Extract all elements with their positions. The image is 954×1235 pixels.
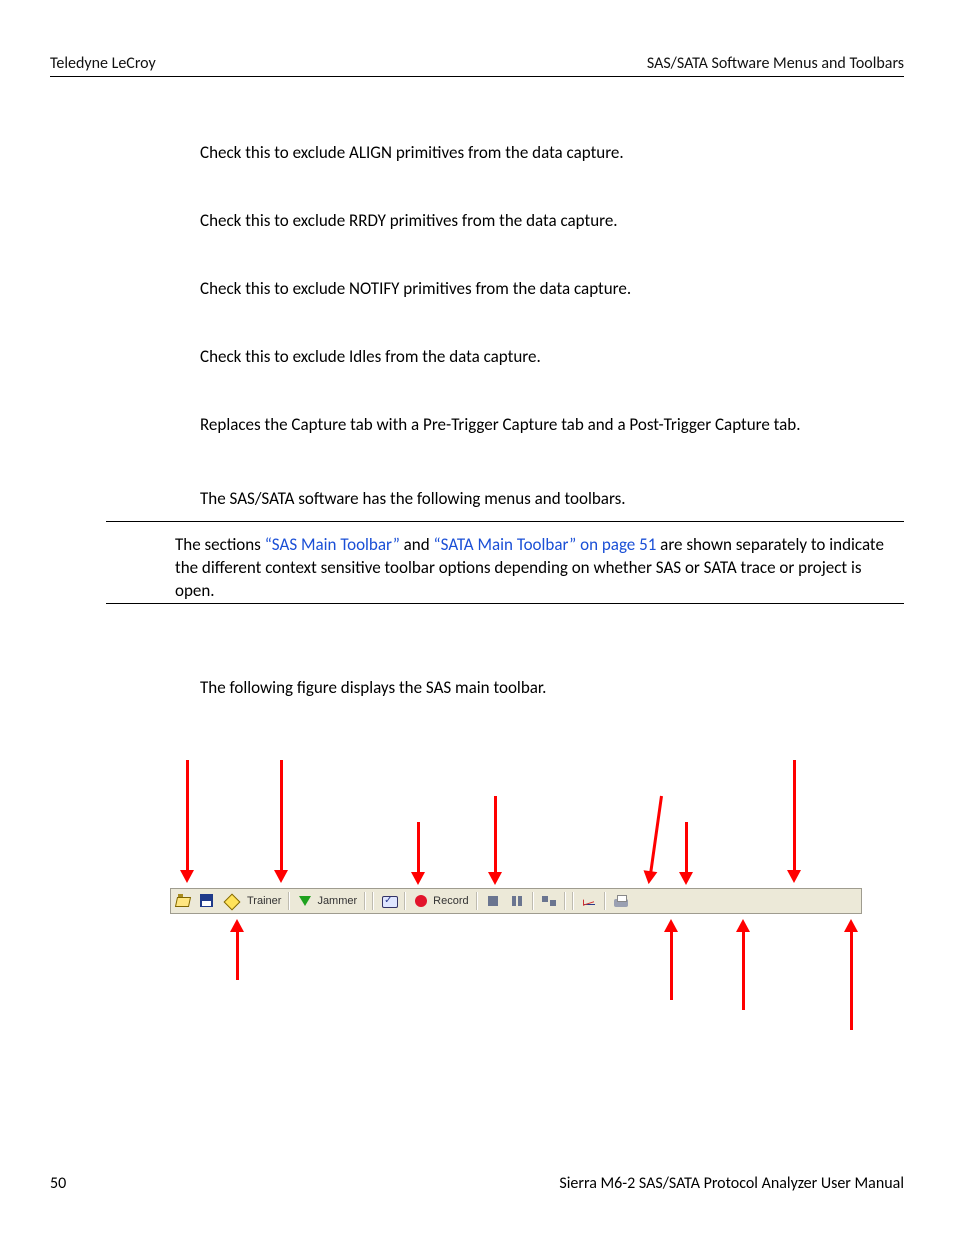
- note-pre: The sections: [175, 534, 265, 555]
- running-footer: 50 Sierra M6-2 SAS/SATA Protocol Analyze…: [50, 1174, 904, 1193]
- callout-arrow-save: [236, 930, 239, 980]
- save-button[interactable]: [195, 891, 219, 911]
- callout-arrow-stop: [649, 796, 663, 874]
- para-capture-replace: Replaces the Capture tab with a Pre-Trig…: [200, 414, 894, 437]
- combine-button[interactable]: [537, 891, 561, 911]
- stop-icon: [485, 893, 501, 909]
- print-button[interactable]: [609, 891, 633, 911]
- toolbar-separator: [532, 892, 534, 910]
- toolbar-separator: [404, 892, 406, 910]
- note-mid: and: [400, 534, 434, 555]
- toolbar-separator: [364, 892, 366, 910]
- chart-icon: [581, 893, 597, 909]
- diamond-icon: [223, 893, 239, 909]
- record-icon: [413, 893, 429, 909]
- para-exclude-align: Check this to exclude ALIGN primitives f…: [200, 142, 894, 165]
- header-left: Teledyne LeCroy: [50, 54, 156, 73]
- callout-arrow-scope: [494, 796, 497, 874]
- note-rule-top: [106, 521, 904, 522]
- save-icon: [199, 893, 215, 909]
- page: Teledyne LeCroy SAS/SATA Software Menus …: [0, 0, 954, 1235]
- open-folder-icon: [175, 893, 191, 909]
- para-exclude-rrdy: Check this to exclude RRDY primitives fr…: [200, 210, 894, 233]
- diamond-button[interactable]: [219, 891, 243, 911]
- chart-button[interactable]: [577, 891, 601, 911]
- link-sas-main-toolbar[interactable]: “SAS Main Toolbar”: [265, 534, 400, 555]
- callout-arrow-pause: [685, 822, 688, 874]
- toolbar-separator: [572, 892, 574, 910]
- toolbar-separator: [288, 892, 290, 910]
- manual-title: Sierra M6-2 SAS/SATA Protocol Analyzer U…: [559, 1174, 904, 1193]
- note-rule-bot: [106, 603, 904, 604]
- figure-sas-main-toolbar: Trainer Jammer Record: [170, 760, 870, 1050]
- link-sata-main-toolbar[interactable]: “SATA Main Toolbar” on page 51: [434, 534, 657, 555]
- open-button[interactable]: [171, 891, 195, 911]
- para-figure-caption: The following figure displays the SAS ma…: [200, 677, 894, 700]
- printer-icon: [613, 893, 629, 909]
- toolbar-separator: [372, 892, 374, 910]
- para-exclude-idles: Check this to exclude Idles from the dat…: [200, 346, 894, 369]
- para-intro-menus: The SAS/SATA software has the following …: [200, 488, 894, 511]
- callout-arrow-trainer: [280, 760, 283, 872]
- jammer-label: Jammer: [317, 895, 357, 907]
- trainer-label: Trainer: [247, 895, 281, 907]
- callout-arrow-open: [186, 760, 189, 872]
- stop-button[interactable]: [481, 891, 505, 911]
- jammer-button[interactable]: Jammer: [293, 891, 361, 911]
- green-triangle-icon: [297, 893, 313, 909]
- scope-icon: [381, 893, 397, 909]
- record-button[interactable]: Record: [409, 891, 472, 911]
- toolbar-separator: [476, 892, 478, 910]
- header-right: SAS/SATA Software Menus and Toolbars: [647, 54, 904, 73]
- running-header: Teledyne LeCroy SAS/SATA Software Menus …: [50, 54, 904, 73]
- combine-icon: [541, 893, 557, 909]
- scope-button[interactable]: [377, 891, 401, 911]
- header-rule: [50, 76, 904, 77]
- pause-button[interactable]: [505, 891, 529, 911]
- page-number: 50: [50, 1174, 66, 1193]
- callout-arrow-jammer: [417, 822, 420, 874]
- pause-icon: [509, 893, 525, 909]
- trainer-button[interactable]: Trainer: [243, 891, 285, 911]
- callout-arrow-combine: [742, 930, 745, 1010]
- note-text: The sections “SAS Main Toolbar” and “SAT…: [175, 534, 894, 603]
- toolbar-separator: [604, 892, 606, 910]
- callout-arrow-print: [850, 930, 853, 1030]
- toolbar-separator: [564, 892, 566, 910]
- sas-main-toolbar: Trainer Jammer Record: [170, 888, 862, 914]
- para-exclude-notify: Check this to exclude NOTIFY primitives …: [200, 278, 894, 301]
- callout-arrow-chart: [793, 760, 796, 872]
- record-label: Record: [433, 895, 468, 907]
- callout-arrow-record: [670, 930, 673, 1000]
